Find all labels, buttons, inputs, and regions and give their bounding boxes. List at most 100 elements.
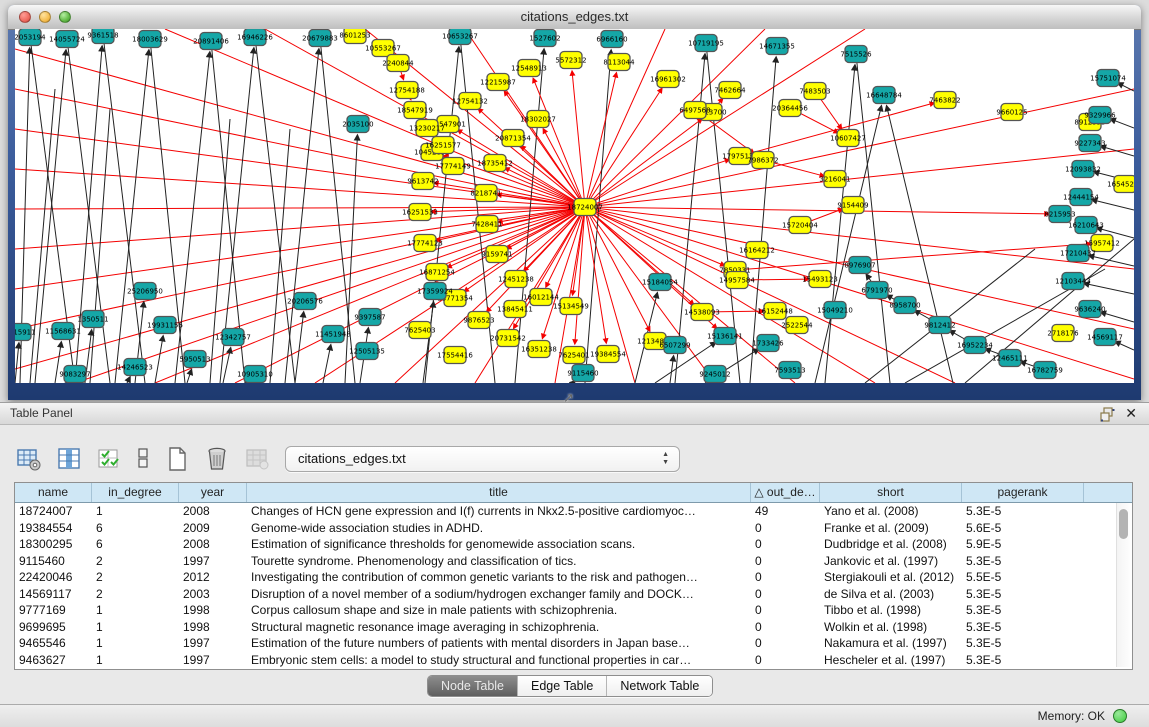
- delete-table-icon[interactable]: [202, 444, 232, 474]
- column-header-name[interactable]: name: [15, 483, 92, 502]
- graph-node[interactable]: 15720404: [782, 217, 818, 234]
- graph-node[interactable]: 2718176: [1047, 325, 1079, 342]
- graph-node[interactable]: 19931156: [147, 317, 183, 334]
- graph-node[interactable]: 12754132: [452, 93, 488, 110]
- graph-node[interactable]: 20679883: [302, 30, 338, 47]
- table-tabs[interactable]: Node TableEdge TableNetwork Table: [427, 675, 713, 697]
- graph-node[interactable]: 10905310: [237, 366, 273, 383]
- graph-node[interactable]: 2035100: [342, 116, 373, 133]
- graph-node[interactable]: 9159741: [481, 246, 512, 263]
- graph-node[interactable]: 10719195: [688, 35, 724, 52]
- graph-node[interactable]: 20891406: [193, 33, 229, 50]
- graph-node[interactable]: 18003629: [132, 31, 168, 48]
- graph-node[interactable]: 16545231: [1107, 176, 1134, 193]
- scrollbar-thumb[interactable]: [1119, 509, 1128, 539]
- graph-edge[interactable]: [670, 356, 674, 383]
- graph-node[interactable]: 7462664: [714, 82, 746, 99]
- graph-edge[interactable]: [175, 52, 210, 383]
- window-titlebar[interactable]: citations_edges.txt: [8, 5, 1141, 30]
- graph-node[interactable]: 10653267: [442, 29, 478, 45]
- graph-node[interactable]: 5950513: [179, 351, 210, 368]
- graph-node[interactable]: 9613742: [407, 173, 438, 190]
- zoom-button-icon[interactable]: [59, 11, 71, 23]
- graph-node[interactable]: 12465111: [992, 350, 1028, 367]
- table-row[interactable]: 1830029562008Estimation of significance …: [15, 536, 1132, 553]
- float-window-icon[interactable]: [1100, 407, 1115, 422]
- graph-node[interactable]: 11568631: [45, 323, 81, 340]
- graph-node[interactable]: 2053194: [15, 29, 46, 46]
- table-row[interactable]: 1456911722003Disruption of a novel membe…: [15, 586, 1132, 603]
- graph-node[interactable]: 8976907: [844, 257, 875, 274]
- graph-edge[interactable]: [127, 377, 130, 383]
- graph-edge[interactable]: [575, 207, 585, 344]
- graph-node[interactable]: 9329966: [1084, 107, 1116, 124]
- graph-node[interactable]: 12754188: [389, 82, 425, 99]
- graph-node[interactable]: 12342757: [215, 329, 251, 346]
- tab-network-table[interactable]: Network Table: [607, 676, 712, 696]
- graph-node[interactable]: 1527602: [529, 30, 560, 47]
- graph-edge[interactable]: [815, 106, 881, 383]
- graph-node[interactable]: 14055724: [49, 31, 85, 48]
- graph-node[interactable]: 8113044: [603, 54, 635, 71]
- select-all-icon[interactable]: [94, 444, 124, 474]
- tab-node-table[interactable]: Node Table: [428, 676, 518, 696]
- table-row[interactable]: 1872400712008Changes of HCN gene express…: [15, 503, 1132, 520]
- graph-edge[interactable]: [825, 65, 855, 383]
- table-row[interactable]: 969969511998Structural magnetic resonanc…: [15, 619, 1132, 636]
- delete-rows-icon[interactable]: [242, 444, 272, 474]
- table-row[interactable]: 946554611997Estimation of the future num…: [15, 635, 1132, 652]
- table-header-row[interactable]: namein_degreeyeartitle△ out_de…shortpage…: [15, 483, 1132, 503]
- table-row[interactable]: 2242004622012Investigating the contribut…: [15, 569, 1132, 586]
- graph-node[interactable]: 8215953: [1044, 206, 1075, 223]
- graph-node[interactable]: 7483503: [799, 83, 830, 100]
- graph-node[interactable]: 9876523: [463, 312, 494, 329]
- graph-edge[interactable]: [1101, 312, 1134, 322]
- graph-node[interactable]: 3216041: [819, 171, 850, 188]
- table-row[interactable]: 977716911998Corpus callosum shape and si…: [15, 602, 1132, 619]
- graph-node[interactable]: 9636240: [1074, 301, 1105, 318]
- graph-node[interactable]: 9361518: [87, 29, 118, 44]
- graph-node[interactable]: 7625403: [404, 322, 435, 339]
- graph-edge[interactable]: [270, 129, 290, 383]
- column-header-pagerank[interactable]: pagerank: [962, 483, 1084, 502]
- graph-edge[interactable]: [255, 37, 295, 383]
- graph-node[interactable]: 6791970: [861, 282, 892, 299]
- graph-node[interactable]: 9227343: [1074, 135, 1105, 152]
- graph-node[interactable]: 9083297: [59, 366, 90, 383]
- graph-node[interactable]: 3915911: [15, 324, 36, 341]
- graph-edge[interactable]: [15, 169, 585, 207]
- column-header-short[interactable]: short: [820, 483, 962, 502]
- graph-edge[interactable]: [887, 106, 953, 383]
- graph-node[interactable]: 20364456: [772, 100, 808, 117]
- graph-node[interactable]: 12093832: [1065, 161, 1101, 178]
- graph-node[interactable]: 17554416: [437, 347, 473, 364]
- column-header-title[interactable]: title: [247, 483, 751, 502]
- graph-node[interactable]: 12444154: [1063, 189, 1099, 206]
- show-columns-icon[interactable]: [54, 444, 84, 474]
- graph-node[interactable]: 16648784: [866, 87, 902, 104]
- table-body[interactable]: 1872400712008Changes of HCN gene express…: [15, 503, 1132, 668]
- graph-edge[interactable]: [1115, 341, 1134, 350]
- graph-node[interactable]: 7625401: [558, 347, 589, 364]
- graph-node[interactable]: 6966160: [596, 31, 627, 48]
- graph-node[interactable]: 16782759: [1027, 362, 1063, 379]
- graph-edge[interactable]: [533, 78, 585, 207]
- graph-node[interactable]: 6497568: [679, 102, 710, 119]
- graph-edge[interactable]: [295, 312, 304, 383]
- graph-node[interactable]: 1733426: [752, 335, 784, 352]
- graph-edge[interactable]: [585, 207, 875, 383]
- graph-node[interactable]: 18302027: [520, 111, 556, 128]
- graph-node[interactable]: 9115460: [567, 365, 598, 382]
- graph-node[interactable]: 18547919: [397, 102, 433, 119]
- graph-edge[interactable]: [1118, 83, 1134, 91]
- graph-node[interactable]: 19384554: [590, 346, 626, 363]
- tab-edge-table[interactable]: Edge Table: [518, 676, 607, 696]
- graph-node[interactable]: 9245012: [699, 366, 730, 383]
- graph-edge[interactable]: [585, 207, 725, 266]
- graph-node[interactable]: 14246523: [117, 359, 153, 376]
- graph-edge[interactable]: [15, 343, 19, 383]
- graph-edge[interactable]: [187, 369, 192, 383]
- vertical-scrollbar[interactable]: [1116, 503, 1130, 667]
- graph-edge[interactable]: [15, 207, 585, 209]
- close-button-icon[interactable]: [19, 11, 31, 23]
